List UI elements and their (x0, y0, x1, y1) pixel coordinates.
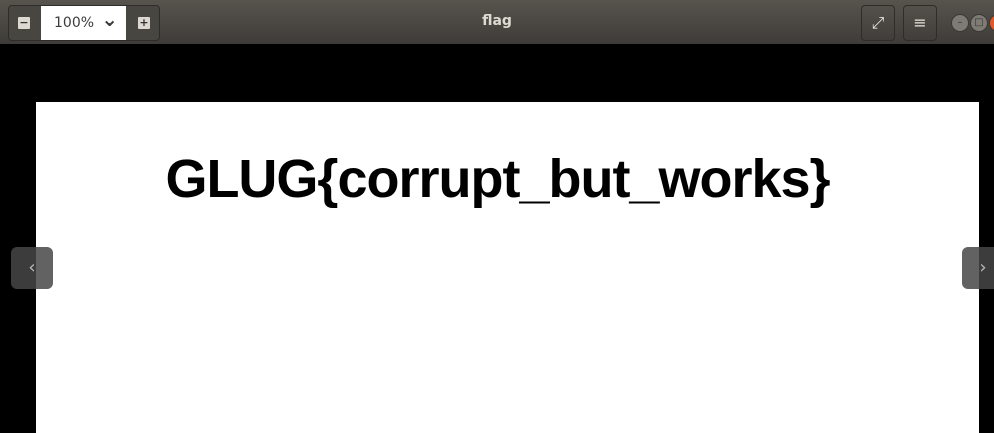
fullscreen-button[interactable]: ⤢ (861, 5, 895, 41)
chevron-right-icon: › (979, 257, 987, 278)
document-page: GLUG{corrupt_but_works} (36, 102, 979, 433)
close-button[interactable] (989, 14, 994, 32)
minimize-button[interactable]: – (951, 14, 969, 32)
title-bar: − 100% ⌄ + flag ⤢ ≡ – □ (0, 0, 994, 44)
menu-button[interactable]: ≡ (903, 5, 937, 41)
chevron-left-icon: ‹ (28, 257, 36, 278)
previous-button[interactable]: ‹ (11, 247, 53, 289)
flag-text: GLUG{corrupt_but_works} (165, 149, 830, 209)
window-title: flag (482, 13, 512, 29)
maximize-button[interactable]: □ (970, 14, 988, 32)
next-button[interactable]: › (962, 247, 994, 289)
hamburger-icon: ≡ (913, 13, 927, 32)
fullscreen-icon: ⤢ (871, 13, 885, 32)
